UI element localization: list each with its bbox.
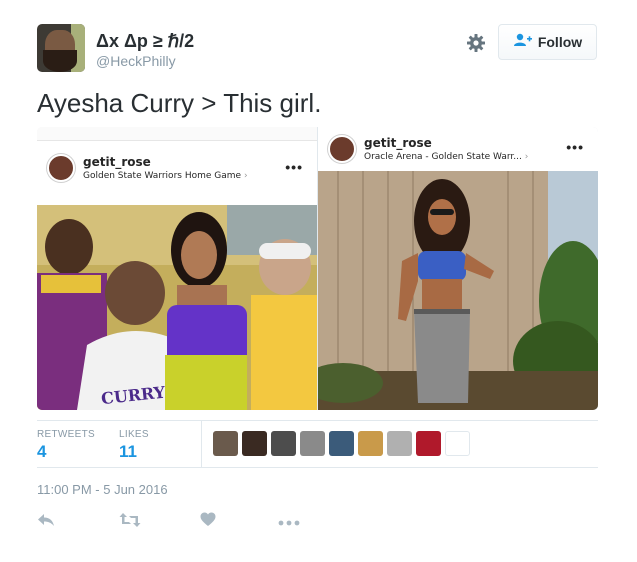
divider bbox=[37, 467, 598, 468]
likes-count[interactable]: 11 bbox=[119, 442, 137, 462]
follow-button[interactable]: Follow bbox=[498, 24, 597, 60]
retweet-icon bbox=[119, 512, 141, 533]
post-location: Golden State Warriors Home Game › bbox=[83, 171, 248, 181]
like-icon bbox=[200, 512, 216, 532]
liker-avatar[interactable] bbox=[416, 431, 441, 456]
phone-status-bar bbox=[37, 127, 317, 141]
more-button[interactable] bbox=[278, 511, 300, 533]
more-icon: ••• bbox=[285, 159, 303, 175]
photo-outdoor bbox=[318, 171, 598, 410]
retweet-button[interactable] bbox=[119, 511, 141, 533]
tweet: Δx Δp ≥ ℏ/2 @HeckPhilly Follow Ayesha Cu… bbox=[0, 0, 637, 562]
instagram-post-header: getit_rose Golden State Warriors Home Ga… bbox=[37, 147, 317, 189]
divider bbox=[201, 421, 202, 467]
reply-icon bbox=[37, 512, 55, 533]
avatar bbox=[47, 154, 75, 182]
liker-avatar[interactable] bbox=[213, 431, 238, 456]
tweet-actions bbox=[37, 511, 337, 533]
liker-avatar[interactable] bbox=[300, 431, 325, 456]
liker-avatar[interactable] bbox=[387, 431, 412, 456]
likes-label[interactable]: LIKES bbox=[119, 429, 149, 440]
more-icon: ••• bbox=[566, 139, 584, 155]
tweet-timestamp[interactable]: 11:00 PM - 5 Jun 2016 bbox=[37, 482, 168, 497]
liker-avatar[interactable] bbox=[242, 431, 267, 456]
avatar bbox=[328, 135, 356, 163]
liker-avatar[interactable] bbox=[358, 431, 383, 456]
more-icon bbox=[278, 513, 300, 531]
tweet-text: Ayesha Curry > This girl. bbox=[37, 88, 322, 118]
liker-avatar[interactable] bbox=[329, 431, 354, 456]
display-name[interactable]: Δx Δp ≥ ℏ/2 bbox=[96, 31, 194, 52]
follow-label: Follow bbox=[537, 34, 583, 50]
retweets-count[interactable]: 4 bbox=[37, 442, 46, 462]
media-photo-right[interactable]: getit_rose Oracle Arena - Golden State W… bbox=[318, 127, 598, 410]
instagram-post-header: getit_rose Oracle Arena - Golden State W… bbox=[318, 127, 598, 169]
photo-crowd: CURRY bbox=[37, 205, 317, 410]
gear-icon[interactable] bbox=[466, 33, 486, 53]
liker-avatar[interactable] bbox=[271, 431, 296, 456]
user-handle[interactable]: @HeckPhilly bbox=[96, 53, 176, 69]
post-username: getit_rose bbox=[83, 155, 151, 169]
like-button[interactable] bbox=[200, 511, 216, 533]
post-username: getit_rose bbox=[364, 136, 432, 150]
media-photo-left[interactable]: getit_rose Golden State Warriors Home Ga… bbox=[37, 127, 317, 410]
divider bbox=[37, 420, 598, 421]
follow-plus-icon bbox=[513, 33, 533, 52]
reply-button[interactable] bbox=[37, 511, 55, 533]
profile-avatar[interactable] bbox=[37, 24, 85, 72]
tweet-media[interactable]: getit_rose Golden State Warriors Home Ga… bbox=[37, 127, 598, 410]
post-location: Oracle Arena - Golden State Warr... › bbox=[364, 152, 529, 162]
liker-avatar[interactable] bbox=[445, 431, 470, 456]
retweets-label[interactable]: RETWEETS bbox=[37, 429, 95, 440]
likers-list bbox=[213, 431, 470, 456]
